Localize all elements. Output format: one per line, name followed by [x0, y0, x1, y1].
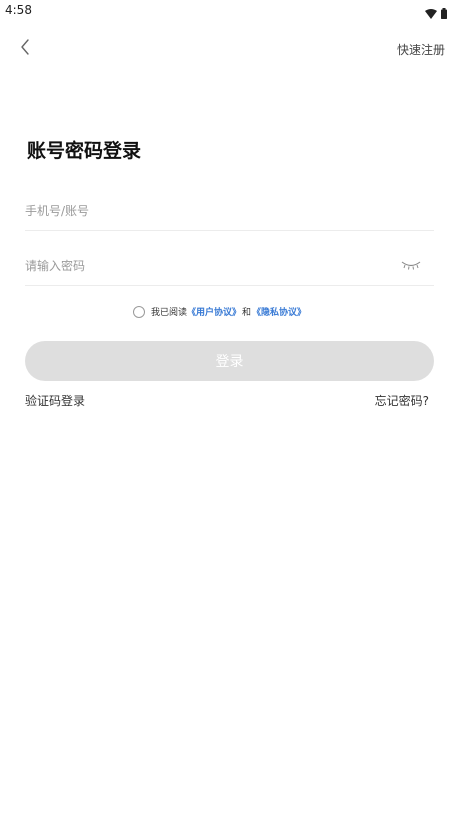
eye-closed-icon[interactable]	[400, 257, 422, 271]
agreement-row: 我已阅读 《用户协议》 和 《隐私协议》	[133, 305, 306, 318]
page-title: 账号密码登录	[27, 140, 142, 162]
chevron-left-icon	[20, 39, 30, 59]
agreement-prefix: 我已阅读	[151, 308, 188, 318]
quick-register-link[interactable]: 快速注册	[397, 41, 445, 58]
account-field	[25, 192, 434, 231]
status-icons	[425, 4, 447, 23]
status-bar: 4:58	[0, 0, 459, 22]
password-input[interactable]	[25, 251, 365, 281]
back-button[interactable]	[14, 38, 36, 60]
wifi-icon	[425, 4, 437, 23]
privacy-agreement-link[interactable]: 《隐私协议》	[252, 305, 306, 318]
battery-icon	[441, 4, 447, 23]
user-agreement-link[interactable]: 《用户协议》	[187, 305, 241, 318]
login-button[interactable]: 登录	[25, 341, 434, 381]
sms-login-link[interactable]: 验证码登录	[25, 392, 85, 409]
account-input[interactable]	[25, 196, 365, 226]
status-time: 4:58	[5, 3, 32, 17]
agree-checkbox[interactable]	[133, 305, 145, 318]
password-field	[25, 247, 434, 286]
forgot-password-link[interactable]: 忘记密码?	[375, 392, 429, 409]
agreement-and: 和	[242, 308, 252, 318]
